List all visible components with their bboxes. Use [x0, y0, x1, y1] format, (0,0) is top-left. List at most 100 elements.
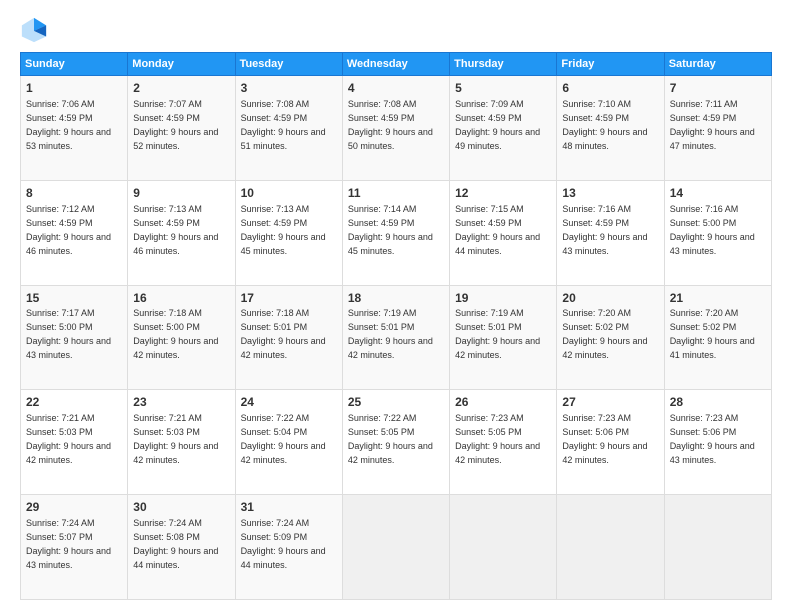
day-info: Sunrise: 7:20 AMSunset: 5:02 PMDaylight:… [562, 308, 647, 360]
day-number: 27 [562, 394, 658, 411]
day-number: 18 [348, 290, 444, 307]
day-number: 17 [241, 290, 337, 307]
header-cell-wednesday: Wednesday [342, 53, 449, 76]
week-row-1: 1 Sunrise: 7:06 AMSunset: 4:59 PMDayligh… [21, 76, 772, 181]
week-row-4: 22 Sunrise: 7:21 AMSunset: 5:03 PMDaylig… [21, 390, 772, 495]
calendar-page: SundayMondayTuesdayWednesdayThursdayFrid… [0, 0, 792, 612]
day-number: 30 [133, 499, 229, 516]
header-cell-saturday: Saturday [664, 53, 771, 76]
day-number: 2 [133, 80, 229, 97]
day-cell: 6 Sunrise: 7:10 AMSunset: 4:59 PMDayligh… [557, 76, 664, 181]
header-cell-thursday: Thursday [450, 53, 557, 76]
day-info: Sunrise: 7:18 AMSunset: 5:00 PMDaylight:… [133, 308, 218, 360]
calendar-table: SundayMondayTuesdayWednesdayThursdayFrid… [20, 52, 772, 600]
day-info: Sunrise: 7:19 AMSunset: 5:01 PMDaylight:… [455, 308, 540, 360]
day-info: Sunrise: 7:16 AMSunset: 5:00 PMDaylight:… [670, 204, 755, 256]
day-cell: 8 Sunrise: 7:12 AMSunset: 4:59 PMDayligh… [21, 180, 128, 285]
day-cell: 23 Sunrise: 7:21 AMSunset: 5:03 PMDaylig… [128, 390, 235, 495]
day-number: 15 [26, 290, 122, 307]
day-info: Sunrise: 7:06 AMSunset: 4:59 PMDaylight:… [26, 99, 111, 151]
day-number: 19 [455, 290, 551, 307]
header-cell-friday: Friday [557, 53, 664, 76]
day-info: Sunrise: 7:21 AMSunset: 5:03 PMDaylight:… [26, 413, 111, 465]
day-cell: 18 Sunrise: 7:19 AMSunset: 5:01 PMDaylig… [342, 285, 449, 390]
day-cell: 21 Sunrise: 7:20 AMSunset: 5:02 PMDaylig… [664, 285, 771, 390]
day-info: Sunrise: 7:13 AMSunset: 4:59 PMDaylight:… [241, 204, 326, 256]
day-cell: 24 Sunrise: 7:22 AMSunset: 5:04 PMDaylig… [235, 390, 342, 495]
header-cell-tuesday: Tuesday [235, 53, 342, 76]
day-cell: 15 Sunrise: 7:17 AMSunset: 5:00 PMDaylig… [21, 285, 128, 390]
day-cell: 3 Sunrise: 7:08 AMSunset: 4:59 PMDayligh… [235, 76, 342, 181]
day-number: 21 [670, 290, 766, 307]
day-cell: 5 Sunrise: 7:09 AMSunset: 4:59 PMDayligh… [450, 76, 557, 181]
logo [20, 16, 52, 44]
day-info: Sunrise: 7:24 AMSunset: 5:08 PMDaylight:… [133, 518, 218, 570]
day-cell [342, 495, 449, 600]
day-number: 25 [348, 394, 444, 411]
day-number: 29 [26, 499, 122, 516]
day-info: Sunrise: 7:08 AMSunset: 4:59 PMDaylight:… [241, 99, 326, 151]
day-info: Sunrise: 7:11 AMSunset: 4:59 PMDaylight:… [670, 99, 755, 151]
day-number: 5 [455, 80, 551, 97]
day-cell [664, 495, 771, 600]
day-number: 14 [670, 185, 766, 202]
day-number: 12 [455, 185, 551, 202]
day-cell: 14 Sunrise: 7:16 AMSunset: 5:00 PMDaylig… [664, 180, 771, 285]
day-cell: 17 Sunrise: 7:18 AMSunset: 5:01 PMDaylig… [235, 285, 342, 390]
logo-icon [20, 16, 48, 44]
day-info: Sunrise: 7:24 AMSunset: 5:07 PMDaylight:… [26, 518, 111, 570]
day-info: Sunrise: 7:20 AMSunset: 5:02 PMDaylight:… [670, 308, 755, 360]
day-cell [557, 495, 664, 600]
day-number: 9 [133, 185, 229, 202]
day-info: Sunrise: 7:19 AMSunset: 5:01 PMDaylight:… [348, 308, 433, 360]
day-cell: 7 Sunrise: 7:11 AMSunset: 4:59 PMDayligh… [664, 76, 771, 181]
week-row-5: 29 Sunrise: 7:24 AMSunset: 5:07 PMDaylig… [21, 495, 772, 600]
day-number: 8 [26, 185, 122, 202]
day-number: 24 [241, 394, 337, 411]
day-cell: 16 Sunrise: 7:18 AMSunset: 5:00 PMDaylig… [128, 285, 235, 390]
day-info: Sunrise: 7:09 AMSunset: 4:59 PMDaylight:… [455, 99, 540, 151]
day-number: 13 [562, 185, 658, 202]
day-info: Sunrise: 7:13 AMSunset: 4:59 PMDaylight:… [133, 204, 218, 256]
header-row: SundayMondayTuesdayWednesdayThursdayFrid… [21, 53, 772, 76]
day-info: Sunrise: 7:23 AMSunset: 5:06 PMDaylight:… [562, 413, 647, 465]
day-number: 31 [241, 499, 337, 516]
day-cell: 2 Sunrise: 7:07 AMSunset: 4:59 PMDayligh… [128, 76, 235, 181]
day-info: Sunrise: 7:17 AMSunset: 5:00 PMDaylight:… [26, 308, 111, 360]
day-info: Sunrise: 7:10 AMSunset: 4:59 PMDaylight:… [562, 99, 647, 151]
day-info: Sunrise: 7:22 AMSunset: 5:04 PMDaylight:… [241, 413, 326, 465]
day-info: Sunrise: 7:08 AMSunset: 4:59 PMDaylight:… [348, 99, 433, 151]
day-info: Sunrise: 7:21 AMSunset: 5:03 PMDaylight:… [133, 413, 218, 465]
day-info: Sunrise: 7:22 AMSunset: 5:05 PMDaylight:… [348, 413, 433, 465]
header-cell-sunday: Sunday [21, 53, 128, 76]
day-cell [450, 495, 557, 600]
day-number: 11 [348, 185, 444, 202]
day-number: 23 [133, 394, 229, 411]
day-info: Sunrise: 7:24 AMSunset: 5:09 PMDaylight:… [241, 518, 326, 570]
day-cell: 11 Sunrise: 7:14 AMSunset: 4:59 PMDaylig… [342, 180, 449, 285]
day-number: 4 [348, 80, 444, 97]
day-number: 28 [670, 394, 766, 411]
day-cell: 1 Sunrise: 7:06 AMSunset: 4:59 PMDayligh… [21, 76, 128, 181]
day-cell: 29 Sunrise: 7:24 AMSunset: 5:07 PMDaylig… [21, 495, 128, 600]
header [20, 16, 772, 44]
day-cell: 22 Sunrise: 7:21 AMSunset: 5:03 PMDaylig… [21, 390, 128, 495]
day-number: 20 [562, 290, 658, 307]
day-cell: 25 Sunrise: 7:22 AMSunset: 5:05 PMDaylig… [342, 390, 449, 495]
day-cell: 27 Sunrise: 7:23 AMSunset: 5:06 PMDaylig… [557, 390, 664, 495]
day-info: Sunrise: 7:18 AMSunset: 5:01 PMDaylight:… [241, 308, 326, 360]
day-cell: 19 Sunrise: 7:19 AMSunset: 5:01 PMDaylig… [450, 285, 557, 390]
day-number: 3 [241, 80, 337, 97]
day-info: Sunrise: 7:14 AMSunset: 4:59 PMDaylight:… [348, 204, 433, 256]
header-cell-monday: Monday [128, 53, 235, 76]
day-number: 7 [670, 80, 766, 97]
day-cell: 30 Sunrise: 7:24 AMSunset: 5:08 PMDaylig… [128, 495, 235, 600]
day-info: Sunrise: 7:12 AMSunset: 4:59 PMDaylight:… [26, 204, 111, 256]
calendar-body: 1 Sunrise: 7:06 AMSunset: 4:59 PMDayligh… [21, 76, 772, 600]
day-number: 22 [26, 394, 122, 411]
day-number: 26 [455, 394, 551, 411]
day-info: Sunrise: 7:23 AMSunset: 5:06 PMDaylight:… [670, 413, 755, 465]
day-info: Sunrise: 7:23 AMSunset: 5:05 PMDaylight:… [455, 413, 540, 465]
day-number: 10 [241, 185, 337, 202]
day-number: 16 [133, 290, 229, 307]
